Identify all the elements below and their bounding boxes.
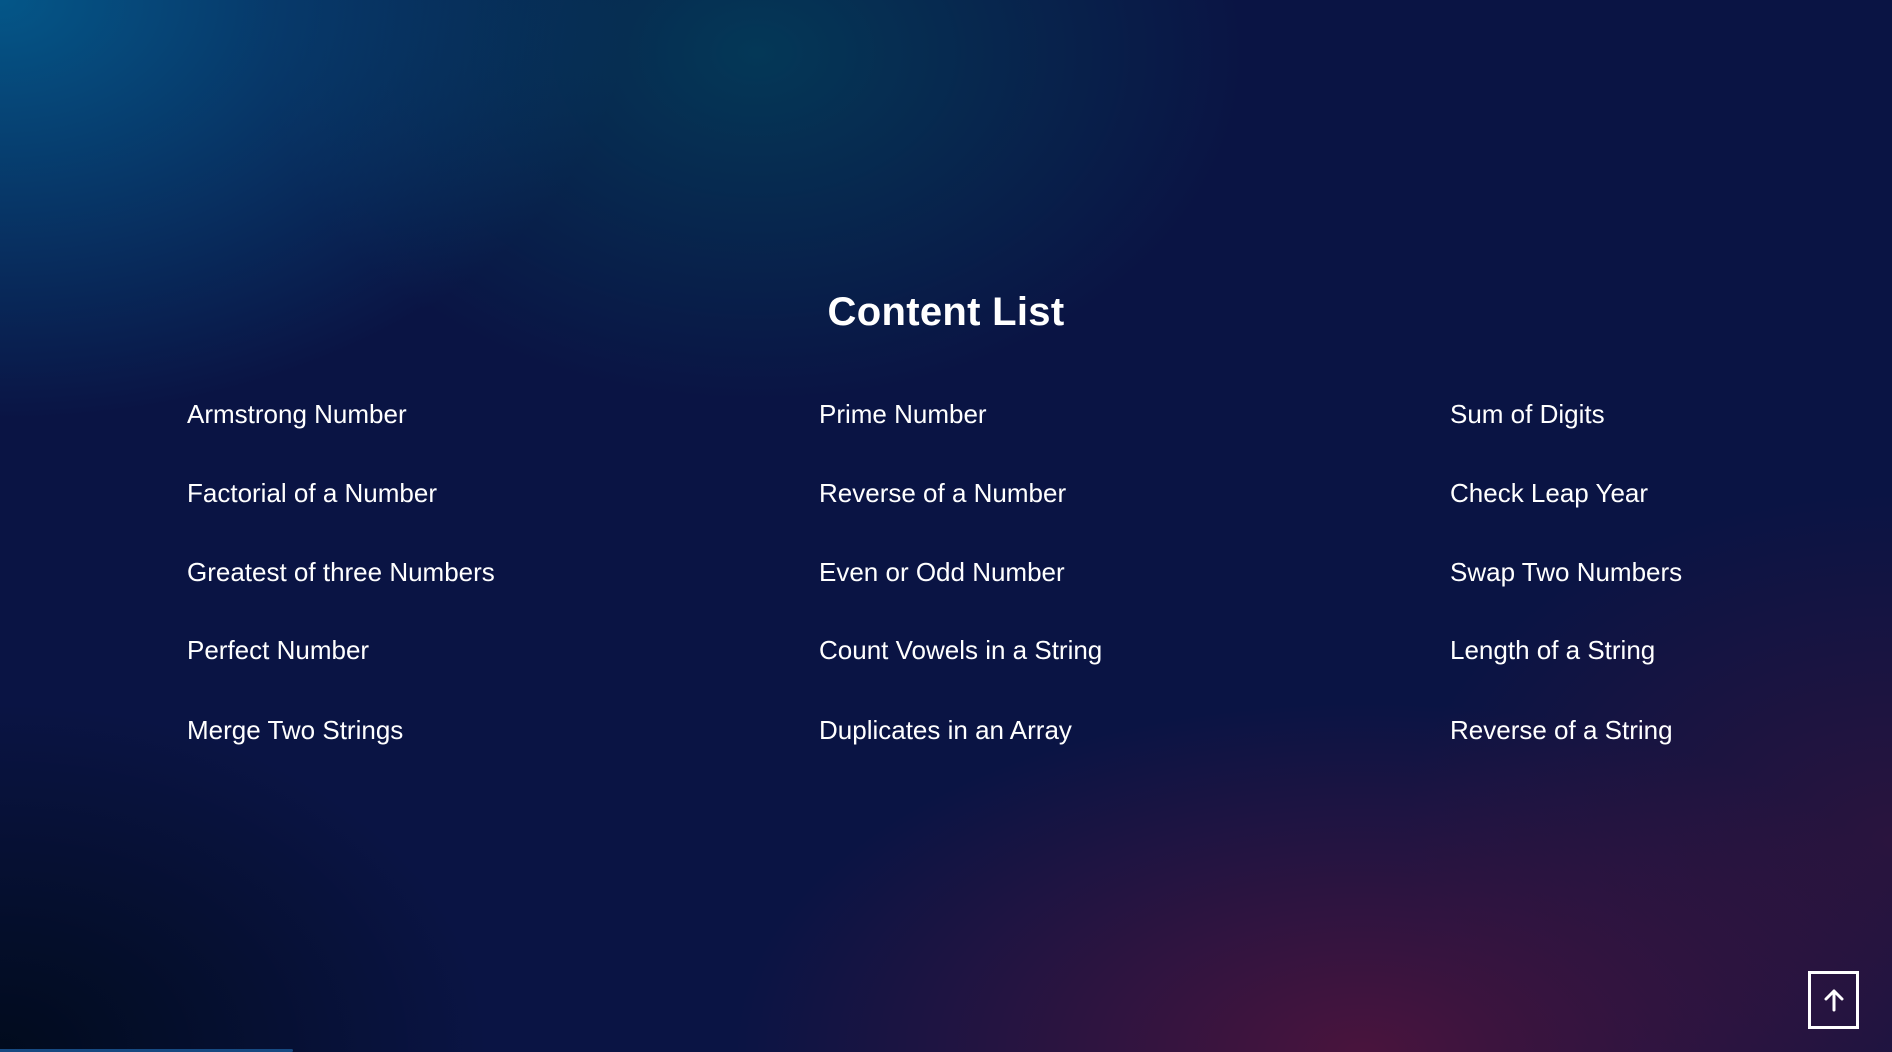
scroll-to-top-button[interactable] (1808, 971, 1859, 1029)
arrow-up-icon (1824, 989, 1843, 1012)
content-link[interactable]: Check Leap Year (1450, 477, 1648, 509)
content-link[interactable]: Armstrong Number (187, 398, 407, 430)
content-link[interactable]: Perfect Number (187, 634, 369, 666)
content-link[interactable]: Swap Two Numbers (1450, 556, 1682, 588)
content-link[interactable]: Count Vowels in a String (819, 634, 1102, 666)
content-link[interactable]: Length of a String (1450, 634, 1655, 666)
content-link[interactable]: Prime Number (819, 398, 987, 430)
content-link[interactable]: Duplicates in an Array (819, 714, 1072, 746)
content-link[interactable]: Sum of Digits (1450, 398, 1605, 430)
content-link[interactable]: Greatest of three Numbers (187, 556, 495, 588)
content-link[interactable]: Even or Odd Number (819, 556, 1065, 588)
content-link[interactable]: Reverse of a Number (819, 477, 1066, 509)
content-link[interactable]: Merge Two Strings (187, 714, 403, 746)
page-title: Content List (827, 290, 1065, 334)
content-link[interactable]: Reverse of a String (1450, 714, 1673, 746)
content-link[interactable]: Factorial of a Number (187, 477, 437, 509)
